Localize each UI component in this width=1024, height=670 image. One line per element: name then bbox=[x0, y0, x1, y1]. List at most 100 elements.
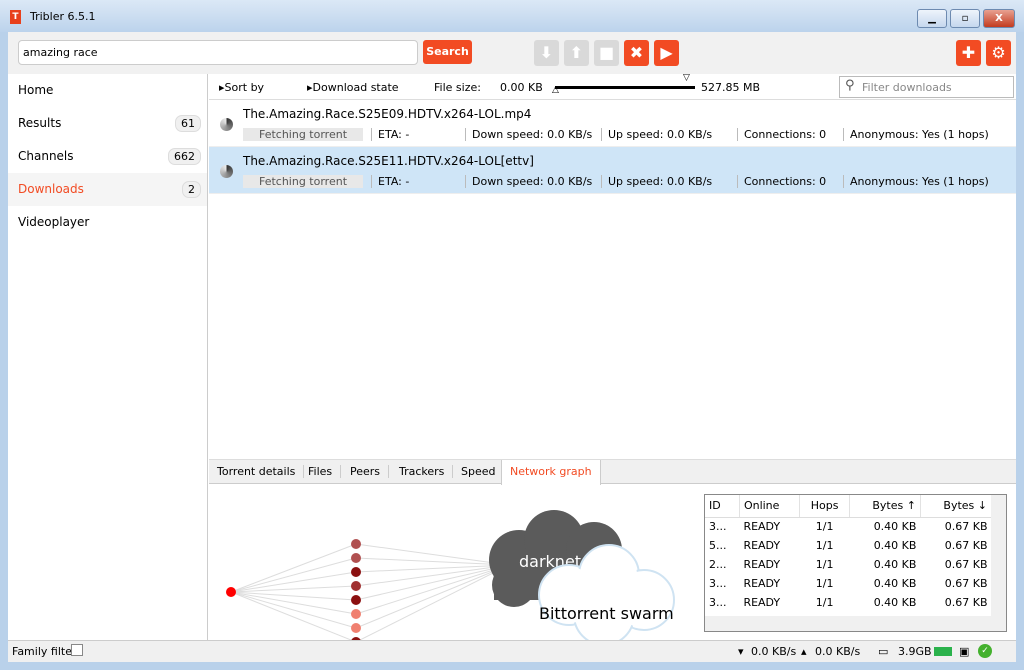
circuit-row[interactable]: 3... READY 1/1 0.40 KB 0.67 KB bbox=[705, 574, 992, 593]
cell: 0.67 KB bbox=[944, 558, 988, 571]
column-header[interactable]: Bytes ↑ bbox=[849, 495, 921, 518]
tribler-logo-icon: T bbox=[10, 10, 21, 24]
spinner-icon bbox=[220, 165, 233, 178]
stop-icon[interactable]: ■ bbox=[594, 40, 619, 66]
sidebar-item-downloads[interactable]: Downloads 2 bbox=[8, 173, 207, 206]
settings-gear-icon[interactable]: ⚙ bbox=[986, 40, 1011, 66]
connections: Connections: 0 bbox=[737, 175, 826, 188]
tab-files[interactable]: Files bbox=[300, 465, 342, 478]
column-header[interactable]: Bytes ↓ bbox=[920, 495, 993, 518]
cell: 3... bbox=[709, 520, 727, 534]
tab-network-graph[interactable]: Network graph bbox=[501, 460, 601, 485]
eta: ETA: - bbox=[371, 128, 409, 141]
minimize-button[interactable]: ▁ bbox=[917, 9, 947, 28]
cell: 0.67 KB bbox=[944, 539, 988, 552]
search-input[interactable]: amazing race bbox=[18, 40, 418, 65]
download-row[interactable]: The.Amazing.Race.S25E09.HDTV.x264-LOL.mp… bbox=[209, 100, 1016, 147]
maximize-button[interactable]: ▫ bbox=[950, 9, 980, 28]
sidebar-item-label: Channels bbox=[18, 149, 74, 163]
circuit-row[interactable]: 2... READY 1/1 0.40 KB 0.67 KB bbox=[705, 555, 992, 574]
cell: 0.67 KB bbox=[944, 520, 988, 534]
download-row[interactable]: The.Amazing.Race.S25E11.HDTV.x264-LOL[et… bbox=[209, 147, 1016, 194]
circuit-row[interactable]: 5... READY 1/1 0.40 KB 0.67 KB bbox=[705, 536, 992, 555]
status-bar: Family filter ▾ 0.0 KB/s ▴ 0.0 KB/s ▭ 3.… bbox=[8, 640, 1016, 662]
count-badge: 2 bbox=[182, 181, 201, 198]
download-icon[interactable]: ⬇ bbox=[534, 40, 559, 66]
upload-icon[interactable]: ⬆ bbox=[564, 40, 589, 66]
sidebar-item-videoplayer[interactable]: Videoplayer bbox=[8, 206, 207, 239]
tab-speed[interactable]: Speed bbox=[453, 465, 505, 478]
sidebar-item-label: Videoplayer bbox=[18, 215, 90, 229]
family-filter-label: Family filter bbox=[12, 645, 77, 658]
column-header[interactable]: Hops bbox=[799, 495, 850, 518]
slider-min-handle[interactable]: △ bbox=[552, 85, 559, 95]
relay-node bbox=[351, 567, 361, 577]
download-name: The.Amazing.Race.S25E09.HDTV.x264-LOL.mp… bbox=[243, 107, 532, 121]
relay-node bbox=[351, 595, 361, 605]
download-state-dropdown[interactable]: ▸Download state bbox=[307, 81, 399, 94]
monitor-icon[interactable]: ▣ bbox=[959, 645, 969, 658]
main-window: amazing race Search ⬇ ⬆ ■ ✖ ▶ ✚ ⚙ Home R… bbox=[8, 32, 1016, 662]
anonymous: Anonymous: Yes (1 hops) bbox=[843, 128, 989, 141]
sidebar-item-home[interactable]: Home bbox=[8, 74, 207, 107]
column-header[interactable]: Online bbox=[739, 495, 801, 518]
up-arrow-icon: ▴ bbox=[801, 645, 807, 658]
down-arrow-icon: ▾ bbox=[738, 645, 744, 658]
list-header: ▸Sort by ▸Download state File size: 0.00… bbox=[209, 73, 1016, 100]
cell: 1/1 bbox=[815, 539, 834, 552]
circuit-row[interactable]: 3... READY 1/1 0.40 KB 0.67 KB bbox=[705, 517, 992, 536]
cell: READY bbox=[743, 558, 781, 571]
graph-edge bbox=[230, 591, 357, 601]
search-button[interactable]: Search bbox=[423, 40, 472, 64]
sort-by-dropdown[interactable]: ▸Sort by bbox=[219, 81, 264, 94]
status-text: Fetching torrent bbox=[243, 175, 363, 188]
graph-edge bbox=[355, 564, 510, 615]
free-disk-space: 3.9GB bbox=[898, 645, 932, 658]
cell: 0.67 KB bbox=[944, 577, 988, 590]
count-badge: 662 bbox=[168, 148, 201, 165]
horizontal-scrollbar[interactable] bbox=[705, 616, 1006, 631]
cell: 0.40 KB bbox=[873, 520, 917, 534]
family-filter-checkbox[interactable] bbox=[71, 644, 83, 656]
cell: 1/1 bbox=[815, 577, 834, 590]
vertical-scrollbar[interactable] bbox=[991, 495, 1006, 616]
spinner-icon bbox=[220, 118, 233, 131]
cell: 5... bbox=[709, 539, 727, 552]
column-header[interactable]: ID bbox=[705, 495, 740, 518]
sidebar-item-results[interactable]: Results 61 bbox=[8, 107, 207, 140]
circuits-table: ID Online Hops Bytes ↑ Bytes ↓ 3... READY 1/1 0… bbox=[704, 494, 1007, 632]
file-size-slider[interactable] bbox=[555, 86, 695, 89]
sidebar: Home Results 61 Channels 662 Downloads 2 Vi… bbox=[8, 74, 208, 640]
search-icon: ⚲ bbox=[845, 78, 855, 93]
sidebar-item-channels[interactable]: Channels 662 bbox=[8, 140, 207, 173]
tab-torrent-details[interactable]: Torrent details bbox=[209, 465, 305, 478]
cell: 2... bbox=[709, 558, 727, 571]
status-text: Fetching torrent bbox=[243, 128, 363, 141]
cell: 0.40 KB bbox=[873, 596, 917, 609]
cell: READY bbox=[743, 577, 781, 590]
connection-bar-icon bbox=[934, 647, 952, 656]
graph-edge bbox=[230, 543, 357, 593]
add-torrent-icon[interactable]: ✚ bbox=[956, 40, 981, 66]
close-button[interactable]: X bbox=[983, 9, 1015, 28]
own-node bbox=[226, 587, 236, 597]
cell: 1/1 bbox=[815, 558, 834, 571]
filter-downloads-input[interactable]: ⚲ Filter downloads bbox=[839, 76, 1014, 98]
delete-icon[interactable]: ✖ bbox=[624, 40, 649, 66]
disk-icon: ▭ bbox=[878, 645, 889, 658]
sidebar-item-label: Results bbox=[18, 116, 62, 130]
down-speed: Down speed: 0.0 KB/s bbox=[465, 175, 592, 188]
cell: 3... bbox=[709, 596, 727, 609]
network-graph: darknet Bittorrent swarm bbox=[226, 510, 675, 640]
count-badge: 61 bbox=[175, 115, 201, 132]
eta: ETA: - bbox=[371, 175, 409, 188]
circuit-row[interactable]: 3... READY 1/1 0.40 KB 0.67 KB bbox=[705, 593, 992, 612]
tab-peers[interactable]: Peers bbox=[342, 465, 390, 478]
play-icon[interactable]: ▶ bbox=[654, 40, 679, 66]
tab-trackers[interactable]: Trackers bbox=[391, 465, 454, 478]
relay-node bbox=[351, 539, 361, 549]
file-size-label: File size: bbox=[434, 81, 481, 94]
slider-max-handle[interactable]: ▽ bbox=[683, 73, 690, 83]
cell: READY bbox=[743, 539, 781, 552]
graph-edge bbox=[230, 591, 357, 615]
